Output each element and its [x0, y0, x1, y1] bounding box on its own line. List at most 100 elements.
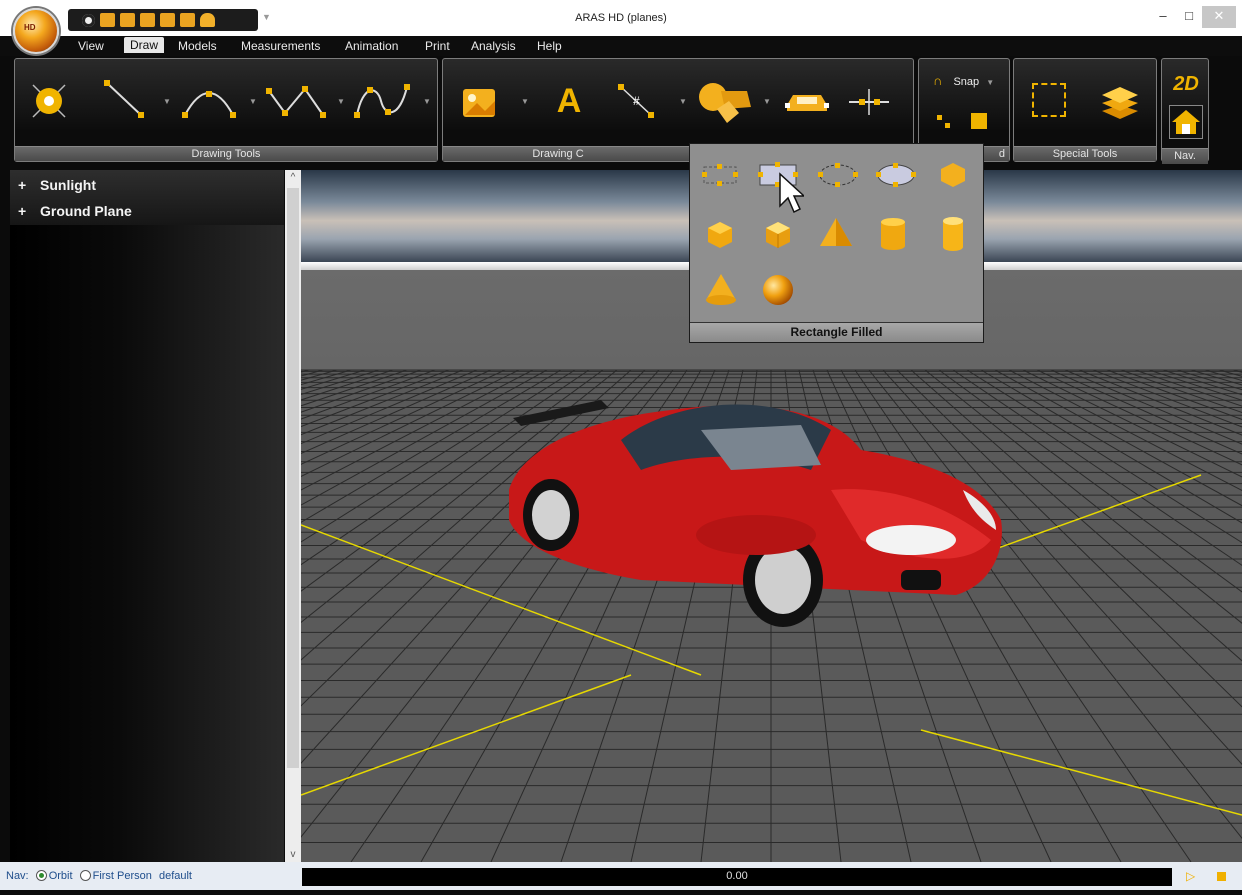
selected-shape-label: Rectangle Filled — [690, 322, 983, 342]
tall-cylinder-icon[interactable] — [938, 216, 968, 252]
point-tool-button[interactable] — [29, 81, 69, 121]
drawing-tools-label: Drawing Tools — [15, 146, 437, 161]
spline-icon — [354, 84, 410, 118]
menu-draw[interactable]: Draw — [124, 37, 165, 53]
nav-mode-selector: Nav: Orbit First Person default — [6, 870, 192, 882]
play-button[interactable]: ▷ — [1186, 869, 1195, 883]
arc-icon — [182, 91, 236, 118]
copy-icon[interactable] — [120, 13, 135, 27]
cube-icon[interactable] — [704, 218, 736, 250]
polyline-icon — [266, 86, 326, 118]
expand-icon[interactable]: + — [18, 177, 40, 193]
rectangle-outline-icon[interactable] — [700, 160, 740, 190]
line-dropdown-icon[interactable]: ▼ — [163, 97, 171, 106]
ellipse-filled-icon[interactable] — [874, 160, 918, 190]
model-tool-button[interactable] — [783, 83, 831, 119]
spline-dropdown-icon[interactable]: ▼ — [423, 97, 431, 106]
tree-item-ground-plane[interactable]: + Ground Plane — [18, 203, 132, 219]
menu-animation[interactable]: Animation — [345, 39, 398, 53]
layers-button[interactable] — [1100, 79, 1140, 121]
point-icon — [32, 84, 66, 118]
minimize-button[interactable]: – — [1150, 6, 1176, 28]
stop-button[interactable] — [1217, 872, 1226, 881]
sphere-icon[interactable] — [760, 272, 796, 308]
special-tools-group: Special Tools — [1013, 58, 1157, 162]
expand-icon[interactable]: + — [18, 203, 40, 219]
shapes-tool-button[interactable] — [695, 79, 755, 125]
first-person-label[interactable]: First Person — [93, 870, 152, 882]
scroll-up-icon[interactable]: ^ — [285, 172, 301, 183]
title-bar: ARAS HD (planes) ▼ – □ ✕ — [0, 0, 1242, 36]
scene-tree-panel: + Sunlight + Ground Plane — [10, 170, 284, 862]
mouse-cursor-icon — [779, 172, 804, 214]
snap-dropdown-icon: ▼ — [986, 78, 995, 87]
file-icon[interactable] — [140, 13, 155, 27]
menu-view[interactable]: View — [78, 39, 104, 53]
special-tools-label: Special Tools — [1014, 146, 1156, 161]
menu-measurements[interactable]: Measurements — [241, 39, 320, 53]
polyline-tool-button[interactable] — [263, 77, 329, 121]
print-icon[interactable] — [100, 13, 115, 27]
orbit-label[interactable]: Orbit — [49, 870, 73, 882]
application-window: ARAS HD (planes) ▼ – □ ✕ HD View Draw Mo… — [0, 0, 1242, 895]
car-model[interactable] — [501, 390, 1021, 640]
cone-icon[interactable] — [704, 272, 738, 308]
shapes-dropdown-icon[interactable]: ▼ — [763, 97, 771, 106]
home-icon — [1172, 110, 1200, 134]
menu-print[interactable]: Print — [425, 39, 450, 53]
snap-button[interactable]: ∩ Snap ▼ — [933, 73, 1003, 91]
arc-tool-button[interactable] — [179, 77, 239, 121]
animation-timeline[interactable]: 0.00 — [302, 868, 1172, 886]
status-bar: Nav: Orbit First Person default 0.00 ▷ — [0, 862, 1242, 890]
split-tool-button[interactable] — [847, 87, 891, 117]
arc-dropdown-icon[interactable]: ▼ — [249, 97, 257, 106]
nav-label: Nav: — [6, 870, 29, 882]
polyline-dropdown-icon[interactable]: ▼ — [337, 97, 345, 106]
drawing-tools-group: ▼ ▼ ▼ ▼ Drawing Tools — [14, 58, 438, 162]
menu-analysis[interactable]: Analysis — [471, 39, 516, 53]
snap-point-toggle[interactable] — [937, 115, 951, 129]
scrollbar-thumb[interactable] — [287, 188, 299, 768]
menu-help[interactable]: Help — [537, 39, 562, 53]
close-button[interactable]: ✕ — [1202, 6, 1236, 28]
panel-scrollbar[interactable]: ^ v — [285, 170, 301, 862]
nav-group: 2D Nav. — [1161, 58, 1209, 164]
tree-item-sunlight[interactable]: + Sunlight — [18, 177, 96, 193]
menu-models[interactable]: Models — [178, 39, 217, 53]
orbit-radio[interactable] — [35, 870, 47, 881]
nav-label: Nav. — [1162, 148, 1208, 164]
text-tool-button[interactable]: A — [551, 81, 587, 121]
home-view-button[interactable] — [1169, 105, 1203, 139]
selection-box-button[interactable] — [1032, 83, 1066, 117]
first-person-radio[interactable] — [79, 870, 91, 881]
shapes-icon — [699, 83, 751, 123]
shapes-gallery-popup: Rectangle Filled — [689, 143, 984, 343]
2d-mode-button[interactable]: 2D — [1166, 73, 1206, 95]
quick-access-toolbar — [68, 9, 258, 31]
box-icon[interactable] — [762, 218, 794, 250]
ellipse-outline-icon[interactable] — [816, 160, 860, 190]
dimension-tool-button[interactable]: # — [615, 81, 659, 121]
customize-toolbar-dropdown-icon[interactable]: ▼ — [262, 12, 271, 22]
application-orb-button[interactable]: HD — [13, 8, 59, 54]
line-icon — [104, 80, 144, 118]
spline-tool-button[interactable] — [351, 77, 413, 121]
dimension-dropdown-icon[interactable]: ▼ — [679, 97, 687, 106]
pyramid-icon[interactable] — [818, 216, 854, 250]
scroll-down-icon[interactable]: v — [285, 849, 301, 860]
image-tool-button[interactable] — [461, 85, 497, 121]
snap-grid-toggle[interactable] — [971, 113, 987, 129]
camera-icon[interactable] — [82, 13, 95, 27]
line-tool-button[interactable] — [101, 77, 147, 121]
open-folder-icon[interactable] — [180, 13, 195, 27]
tree-item-label: Sunlight — [40, 177, 96, 193]
polygon-filled-icon[interactable] — [938, 160, 968, 190]
menu-bar: View Draw Models Measurements Animation … — [0, 36, 1242, 56]
undo-icon[interactable] — [200, 13, 215, 27]
cylinder-icon[interactable] — [878, 216, 908, 252]
dimension-icon: # — [618, 84, 654, 118]
image-dropdown-icon[interactable]: ▼ — [521, 97, 529, 106]
magnet-icon: ∩ — [933, 73, 943, 88]
save-icon[interactable] — [160, 13, 175, 27]
maximize-button[interactable]: □ — [1176, 6, 1202, 28]
